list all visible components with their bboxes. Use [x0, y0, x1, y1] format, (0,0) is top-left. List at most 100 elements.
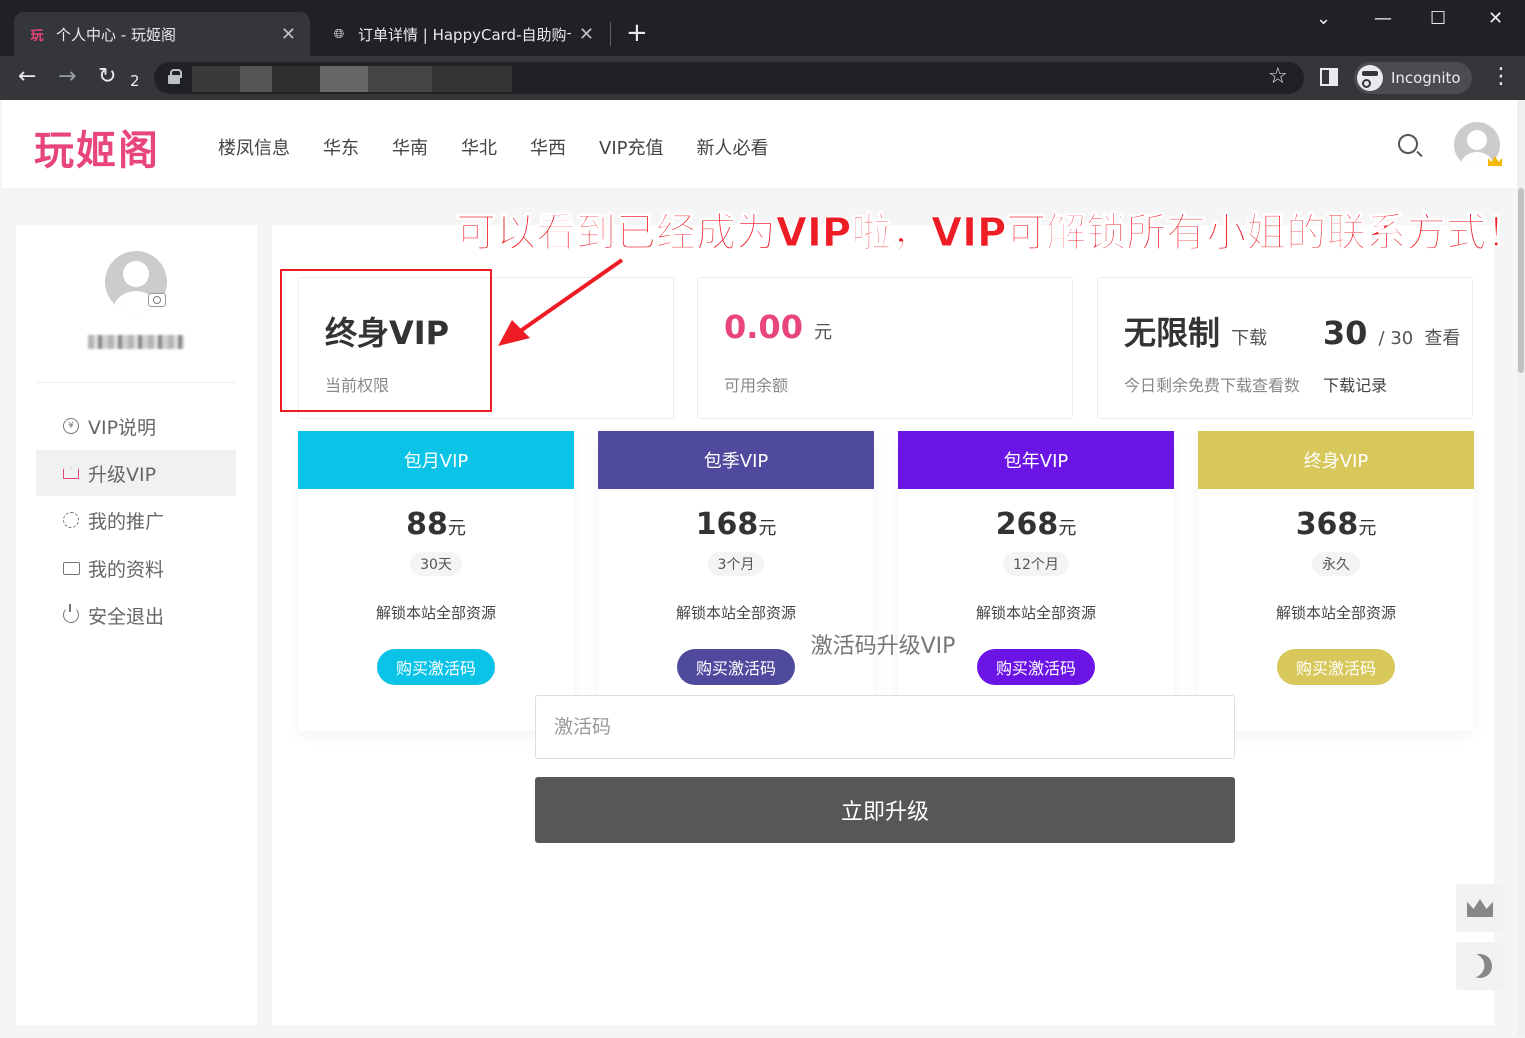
- site-logo[interactable]: 玩姬阁: [34, 118, 160, 176]
- plan-price-wrap: 88元: [298, 507, 574, 542]
- plan-name: 包年VIP: [898, 431, 1174, 489]
- upgrade-now-button[interactable]: 立即升级: [535, 777, 1235, 843]
- tab-search-icon[interactable]: ⌄: [1316, 8, 1331, 29]
- nav-item-south[interactable]: 华南: [392, 134, 428, 160]
- reload-count: 2: [130, 72, 140, 90]
- power-icon: [63, 604, 79, 623]
- plan-unit: 元: [1058, 518, 1077, 539]
- back-icon[interactable]: ←: [18, 64, 36, 90]
- balance-card: 0.00 元 可用余额: [697, 277, 1073, 419]
- plan-unit: 元: [758, 518, 777, 539]
- tab-personal-center[interactable]: 玩 个人中心 - 玩姬阁 ✕: [14, 12, 310, 56]
- globe-icon: 🌐︎: [333, 26, 345, 42]
- moon-icon: [1465, 951, 1496, 982]
- tab-separator: [610, 22, 611, 46]
- balance-value-wrap: 0.00 元: [724, 308, 832, 346]
- lock-icon: [168, 69, 182, 84]
- balance-value: 0.00: [724, 308, 803, 346]
- scrollbar-thumb[interactable]: [1518, 188, 1524, 373]
- new-tab-button[interactable]: +: [626, 18, 648, 48]
- nav-item-listings[interactable]: 楼凤信息: [218, 134, 290, 160]
- quota-label-row: 今日剩余免费下载查看数 下载记录: [1124, 372, 1387, 396]
- bookmark-star-icon[interactable]: ☆: [1268, 64, 1288, 89]
- plan-duration: 30天: [410, 552, 462, 576]
- plan-duration: 永久: [1312, 552, 1360, 576]
- page-scrollbar[interactable]: [1517, 100, 1525, 1036]
- download-unit: 下载: [1231, 328, 1268, 349]
- activation-title: 激活码升级VIP: [810, 634, 956, 659]
- view-unit: 查看: [1424, 328, 1461, 349]
- nav-item-east[interactable]: 华东: [323, 134, 359, 160]
- tab-title: 订单详情 | HappyCard-自助购卡: [358, 25, 571, 44]
- tab-order-details[interactable]: 🌐︎ 订单详情 | HappyCard-自助购卡 ✕: [316, 12, 608, 56]
- plan-price-wrap: 168元: [598, 507, 874, 542]
- annotation-highlight-box: [280, 269, 492, 412]
- download-quota-card: 无限制 下载 30 / 30 查看 今日剩余免费下载查看数 下载记录: [1097, 277, 1473, 419]
- sidebar-item-upgrade-vip[interactable]: 升级VIP: [36, 450, 236, 496]
- plan-duration: 12个月: [1003, 552, 1069, 576]
- nav-item-newbie-guide[interactable]: 新人必看: [696, 134, 768, 160]
- plan-name: 包季VIP: [598, 431, 874, 489]
- close-icon[interactable]: ✕: [281, 24, 296, 45]
- site-favicon: 玩: [30, 28, 44, 44]
- username-redacted: [88, 335, 184, 349]
- view-value: 30: [1322, 314, 1368, 352]
- search-icon[interactable]: [1398, 134, 1418, 154]
- nav-item-north[interactable]: 华北: [461, 134, 497, 160]
- incognito-icon: [1357, 65, 1383, 91]
- nav-item-west[interactable]: 华西: [530, 134, 566, 160]
- sidebar-item-label: 我的资料: [88, 558, 165, 581]
- sidebar-item-profile[interactable]: 我的资料: [36, 545, 236, 591]
- reload-icon[interactable]: ↻: [98, 64, 116, 90]
- plan-price-wrap: 368元: [1198, 507, 1474, 542]
- sidebar-item-logout[interactable]: 安全退出: [36, 592, 236, 638]
- plan-card-monthly: 包月VIP 88元 30天 解锁本站全部资源 购买激活码: [298, 431, 574, 731]
- camera-icon[interactable]: [148, 293, 166, 307]
- balance-unit: 元: [814, 322, 833, 343]
- sidebar-item-vip-info[interactable]: ¥ VIP说明: [36, 403, 236, 449]
- side-panel-icon[interactable]: [1320, 68, 1338, 86]
- minimize-icon[interactable]: —: [1374, 8, 1392, 29]
- plan-description: 解锁本站全部资源: [375, 604, 496, 622]
- annotation-text: 可以看到已经成为VIP啦，VIP可解锁所有小姐的联系方式！: [455, 210, 1517, 257]
- ring-icon: [63, 512, 79, 528]
- web-page: 玩姬阁 楼凤信息 华东 华南 华北 华西 VIP充值 新人必看 ¥ VIP说明 …: [2, 100, 1517, 1036]
- incognito-badge[interactable]: Incognito: [1354, 62, 1472, 94]
- window-close-icon[interactable]: ✕: [1488, 8, 1503, 29]
- plan-unit: 元: [1358, 518, 1377, 539]
- browser-menu-icon[interactable]: ⋮: [1490, 64, 1512, 89]
- maximize-icon[interactable]: ☐: [1430, 8, 1446, 29]
- url-redacted: [192, 66, 512, 92]
- sidebar-item-label: 我的推广: [88, 510, 165, 533]
- crown-icon: [63, 467, 79, 479]
- forward-icon[interactable]: →: [58, 64, 76, 90]
- plan-price: 168: [695, 507, 759, 542]
- plan-description: 解锁本站全部资源: [975, 604, 1096, 622]
- plan-price: 368: [1295, 507, 1359, 542]
- plan-card-quarterly: 包季VIP 168元 3个月 解锁本站全部资源 购买激活码: [598, 431, 874, 731]
- plan-price-wrap: 268元: [898, 507, 1174, 542]
- sidebar-item-label: VIP说明: [88, 416, 157, 439]
- download-value: 无限制: [1124, 314, 1221, 352]
- close-icon[interactable]: ✕: [579, 24, 594, 45]
- yen-circle-icon: ¥: [63, 418, 79, 434]
- quota-label: 今日剩余免费下载查看数: [1124, 376, 1301, 395]
- plan-description: 解锁本站全部资源: [1275, 604, 1396, 622]
- plan-card-yearly: 包年VIP 268元 12个月 解锁本站全部资源 购买激活码: [898, 431, 1174, 731]
- sidebar-item-promotion[interactable]: 我的推广: [36, 497, 236, 543]
- plan-name: 包月VIP: [298, 431, 574, 489]
- dark-mode-button[interactable]: [1456, 942, 1504, 990]
- plan-description: 解锁本站全部资源: [675, 604, 796, 622]
- plan-card-lifetime: 终身VIP 368元 永久 解锁本站全部资源 购买激活码: [1198, 431, 1474, 731]
- browser-toolbar: ← → ↻ 2 ☆ Incognito ⋮: [0, 56, 1525, 100]
- plan-duration: 3个月: [707, 552, 765, 576]
- address-bar[interactable]: [154, 62, 1304, 94]
- incognito-label: Incognito: [1391, 69, 1461, 87]
- plan-price: 268: [995, 507, 1059, 542]
- vip-float-button[interactable]: [1456, 884, 1504, 932]
- nav-item-vip-recharge[interactable]: VIP充值: [599, 134, 663, 160]
- download-history-link[interactable]: 下载记录: [1323, 376, 1387, 395]
- activation-code-input[interactable]: [535, 695, 1235, 759]
- plan-name: 终身VIP: [1198, 431, 1474, 489]
- divider: [36, 382, 236, 383]
